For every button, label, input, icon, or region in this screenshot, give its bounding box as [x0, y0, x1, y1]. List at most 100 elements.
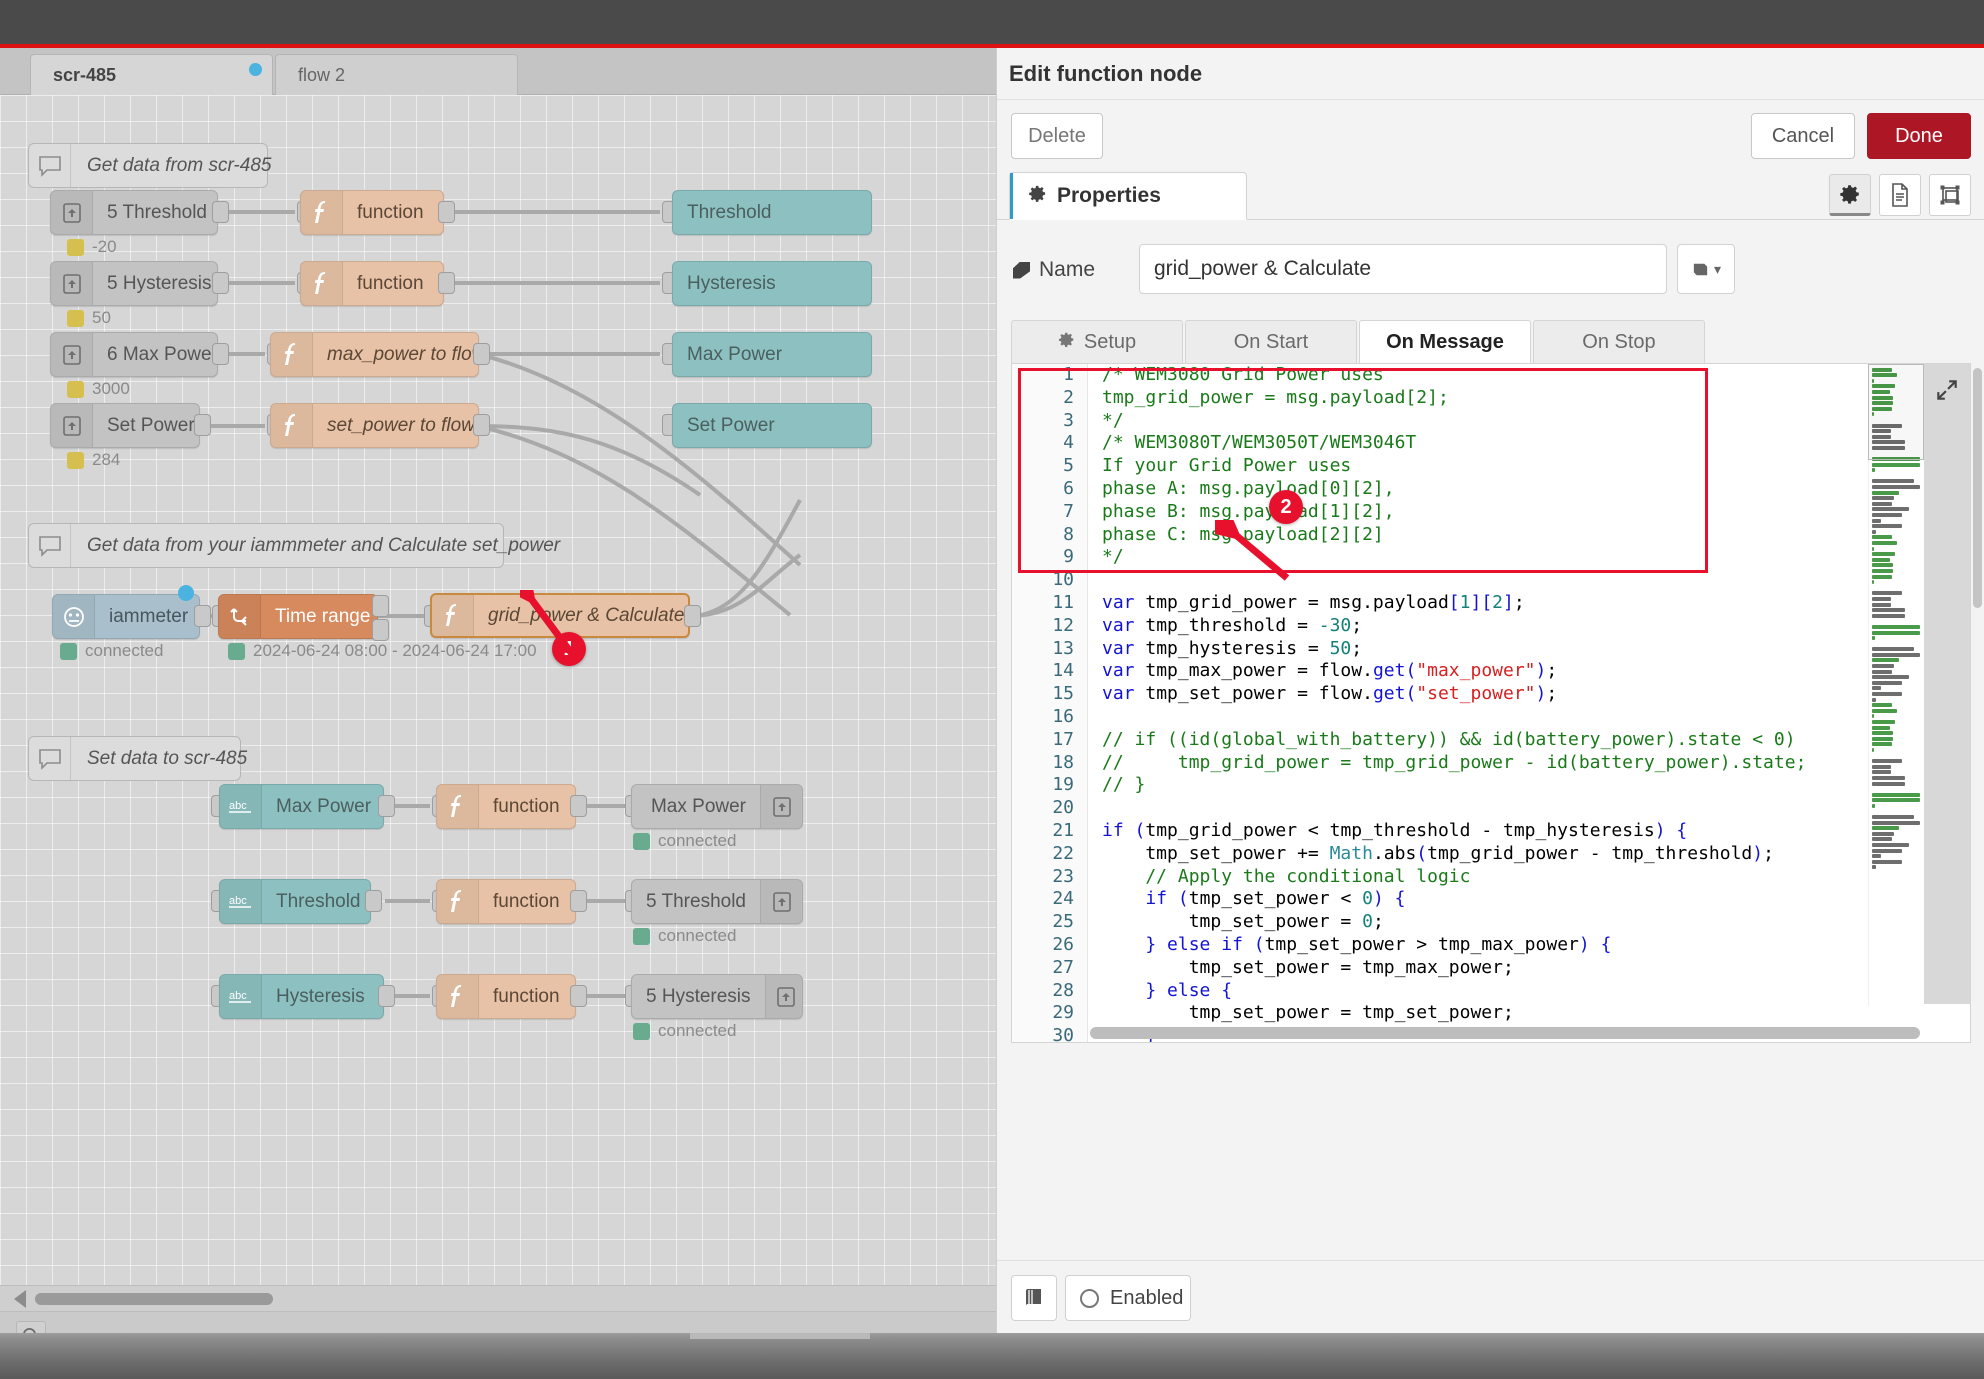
code-lines[interactable]: 1 /* WEM3080 Grid Power uses 2 tmp_grid_pow…: [1012, 364, 1970, 1042]
expand-icon[interactable]: [1928, 372, 1966, 408]
code-line[interactable]: 27 tmp_set_power = tmp_max_power;: [1012, 957, 1970, 980]
code-line[interactable]: 10: [1012, 569, 1970, 592]
node-out-hysteresis[interactable]: Hysteresis: [672, 261, 872, 306]
code-line[interactable]: 29 tmp_set_power = tmp_set_power;: [1012, 1002, 1970, 1025]
node-in-threshold[interactable]: abc Threshold: [219, 879, 371, 924]
code-line[interactable]: 8 phase C: msg.payload[2][2]: [1012, 524, 1970, 547]
code-line[interactable]: 17 // if ((id(global_with_battery)) && id…: [1012, 729, 1970, 752]
output-port[interactable]: [438, 272, 455, 294]
output-port[interactable]: [684, 605, 701, 627]
node-5-threshold-in[interactable]: 5 Threshold: [50, 190, 218, 235]
code-line[interactable]: 2 tmp_grid_power = msg.payload[2];: [1012, 387, 1970, 410]
description-icon-button[interactable]: [1879, 174, 1921, 216]
appearance-icon-button[interactable]: [1929, 174, 1971, 216]
code-line[interactable]: 20: [1012, 797, 1970, 820]
output-port[interactable]: [570, 985, 587, 1007]
output-port[interactable]: [473, 343, 490, 365]
done-button[interactable]: Done: [1867, 113, 1971, 159]
output-port[interactable]: [570, 795, 587, 817]
code-line[interactable]: 18 // tmp_grid_power = tmp_grid_power - i…: [1012, 752, 1970, 775]
node-function-threshold[interactable]: function: [300, 190, 444, 235]
code-line[interactable]: 6 phase A: msg.payload[0][2],: [1012, 478, 1970, 501]
tab-setup[interactable]: Setup: [1011, 320, 1183, 364]
scroll-thumb[interactable]: [35, 1292, 273, 1305]
output-port[interactable]: [212, 343, 229, 365]
code-line[interactable]: 5 If your Grid Power uses: [1012, 455, 1970, 478]
output-port[interactable]: [378, 795, 395, 817]
node-dev-hysteresis[interactable]: 5 Hysteresis: [631, 974, 803, 1019]
output-port[interactable]: [212, 272, 229, 294]
code-line[interactable]: 26 } else if (tmp_set_power > tmp_max_po…: [1012, 934, 1970, 957]
code-line[interactable]: 22 tmp_set_power += Math.abs(tmp_grid_po…: [1012, 843, 1970, 866]
code-line[interactable]: 15 var tmp_set_power = flow.get("set_powe…: [1012, 683, 1970, 706]
book-icon-button[interactable]: [1011, 1275, 1057, 1321]
tab-on-stop[interactable]: On Stop: [1533, 320, 1705, 364]
node-time-range[interactable]: Time range: [218, 594, 378, 639]
output-port[interactable]: [194, 605, 211, 627]
code-line[interactable]: 24 if (tmp_set_power < 0) {: [1012, 888, 1970, 911]
cancel-button[interactable]: Cancel: [1751, 113, 1855, 159]
node-function-b-max-power[interactable]: function: [436, 784, 576, 829]
code-line[interactable]: 16: [1012, 706, 1970, 729]
node-iammeter[interactable]: iammeter: [52, 594, 200, 639]
flow-tab-scr-485[interactable]: scr-485: [30, 54, 273, 95]
code-line[interactable]: 23 // Apply the conditional logic: [1012, 866, 1970, 889]
code-minimap[interactable]: [1868, 366, 1924, 1006]
flow-tab-flow-2[interactable]: flow 2: [275, 54, 518, 95]
node-dev-threshold[interactable]: 5 Threshold: [631, 879, 803, 924]
flow-canvas[interactable]: Get data from scr-485 5 Threshold -20 fu…: [0, 95, 1000, 1285]
scroll-left-arrow[interactable]: [14, 1289, 26, 1308]
tab-on-start[interactable]: On Start: [1185, 320, 1357, 364]
node-out-max-power[interactable]: Max Power: [672, 332, 872, 377]
node-function-b-hysteresis[interactable]: function: [436, 974, 576, 1019]
output-port[interactable]: [378, 985, 395, 1007]
node-5-hysteresis-in[interactable]: 5 Hysteresis: [50, 261, 218, 306]
canvas-horizontal-scrollbar[interactable]: [0, 1285, 1000, 1311]
comment-node-get-data-scr485[interactable]: Get data from scr-485: [28, 143, 271, 188]
output-port[interactable]: [365, 890, 382, 912]
name-history-dropdown[interactable]: ▾: [1677, 244, 1735, 294]
output-port-2[interactable]: [372, 619, 389, 641]
code-horizontal-scrollbar[interactable]: [1090, 1027, 1920, 1039]
output-port[interactable]: [194, 414, 211, 436]
code-line[interactable]: 21 if (tmp_grid_power < tmp_threshold - t…: [1012, 820, 1970, 843]
code-line[interactable]: 14 var tmp_max_power = flow.get("max_powe…: [1012, 660, 1970, 683]
code-line[interactable]: 13 var tmp_hysteresis = 50;: [1012, 638, 1970, 661]
name-input[interactable]: grid_power & Calculate: [1139, 244, 1667, 294]
node-function-max-power-to-flow[interactable]: max_power to flow: [270, 332, 479, 377]
node-out-threshold[interactable]: Threshold: [672, 190, 872, 235]
output-port[interactable]: [473, 414, 490, 436]
code-line[interactable]: 1 /* WEM3080 Grid Power uses: [1012, 364, 1970, 387]
code-line[interactable]: 9 */: [1012, 546, 1970, 569]
code-line[interactable]: 12 var tmp_threshold = -30;: [1012, 615, 1970, 638]
code-editor[interactable]: 1 /* WEM3080 Grid Power uses 2 tmp_grid_pow…: [1011, 363, 1971, 1043]
output-port[interactable]: [570, 890, 587, 912]
tab-on-message[interactable]: On Message: [1359, 320, 1531, 364]
output-port[interactable]: [438, 201, 455, 223]
code-line[interactable]: 11 var tmp_grid_power = msg.payload[1][2]…: [1012, 592, 1970, 615]
node-dev-max-power[interactable]: Max Power: [631, 784, 803, 829]
code-line[interactable]: 3 */: [1012, 410, 1970, 433]
output-port[interactable]: [212, 201, 229, 223]
code-line[interactable]: 25 tmp_set_power = 0;: [1012, 911, 1970, 934]
comment-node-set-data-scr485[interactable]: Set data to scr-485: [28, 736, 247, 781]
code-line[interactable]: 4 /* WEM3080T/WEM3050T/WEM3046T: [1012, 432, 1970, 455]
node-function-hysteresis[interactable]: function: [300, 261, 444, 306]
enabled-toggle[interactable]: Enabled: [1065, 1275, 1191, 1321]
gear-icon-button[interactable]: [1829, 174, 1871, 216]
dialog-vertical-scrollbar[interactable]: [1973, 368, 1982, 608]
node-function-b-threshold[interactable]: function: [436, 879, 576, 924]
delete-button[interactable]: Delete: [1011, 113, 1103, 159]
code-line[interactable]: 28 } else {: [1012, 980, 1970, 1003]
node-function-set-power-to-flow[interactable]: set_power to flow: [270, 403, 479, 448]
code-line[interactable]: 19 // }: [1012, 774, 1970, 797]
node-set-power-in[interactable]: Set Power: [50, 403, 200, 448]
code-line[interactable]: 7 phase B: msg.payload[1][2],: [1012, 501, 1970, 524]
node-in-hysteresis[interactable]: abc Hysteresis: [219, 974, 384, 1019]
minimap-viewport[interactable]: [1868, 364, 1924, 460]
node-out-set-power[interactable]: Set Power: [672, 403, 872, 448]
comment-node-get-data-iammeter[interactable]: Get data from your iammmeter and Calcula…: [28, 523, 560, 568]
tab-properties[interactable]: Properties: [1009, 172, 1247, 220]
output-port-1[interactable]: [372, 595, 389, 617]
node-6-max-power-in[interactable]: 6 Max Power: [50, 332, 218, 377]
